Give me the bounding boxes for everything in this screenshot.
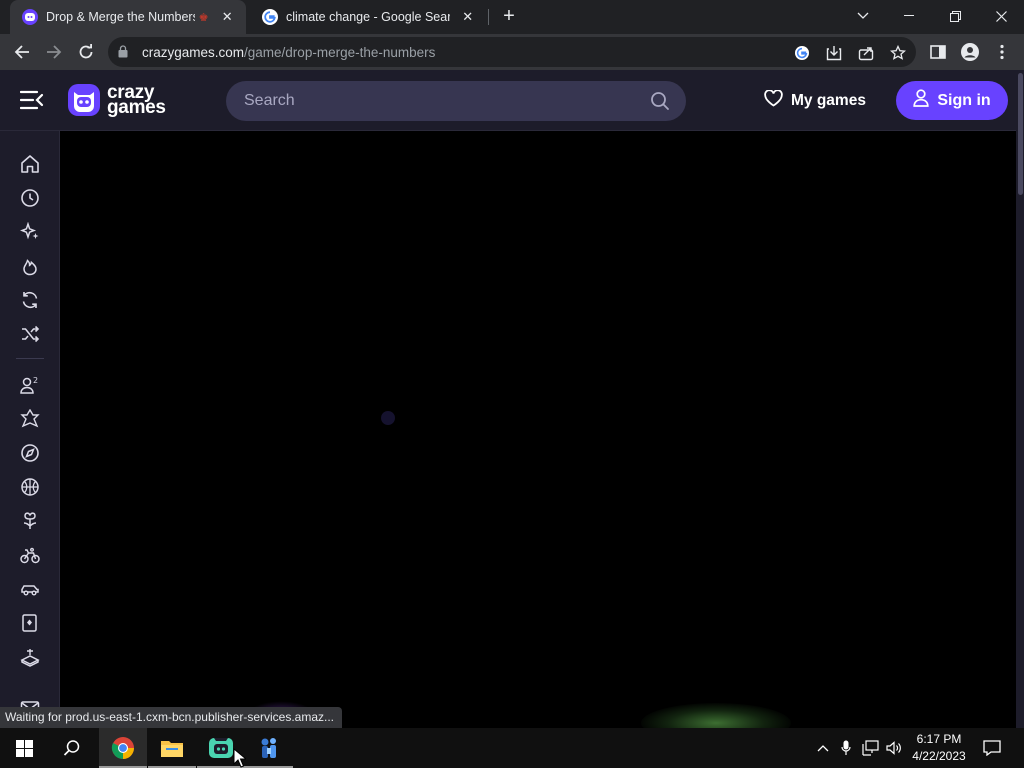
microphone-icon[interactable] — [837, 728, 855, 768]
tab-close-icon[interactable]: ✕ — [219, 8, 237, 26]
tab-climate-change[interactable]: climate change - Google Search ✕ — [250, 0, 486, 34]
crazygames-icon — [22, 9, 38, 25]
category-sidebar: 2 — [0, 131, 60, 728]
minimize-button[interactable] — [886, 0, 932, 32]
install-app-icon[interactable] — [824, 43, 844, 63]
system-clock[interactable]: 6:17 PM 4/22/2023 — [904, 731, 974, 765]
chrome-icon[interactable] — [99, 728, 147, 768]
search-icon[interactable] — [48, 728, 96, 768]
home-icon[interactable] — [19, 153, 41, 175]
url-text[interactable]: crazygames.com/game/drop-merge-the-numbe… — [142, 45, 435, 60]
sidebar-divider — [16, 358, 44, 359]
controller-icon[interactable] — [19, 646, 41, 668]
side-panel-icon[interactable] — [925, 39, 951, 65]
new-tab-button[interactable]: + — [498, 6, 520, 28]
recent-icon[interactable] — [19, 187, 41, 209]
tab-search-button[interactable] — [840, 0, 886, 32]
user-icon — [913, 89, 929, 112]
tab-drop-merge[interactable]: Drop & Merge the Numbers ♚ ✕ — [10, 0, 246, 34]
trending-icon[interactable] — [19, 255, 41, 277]
url-path: /game/drop-merge-the-numbers — [244, 45, 436, 60]
browser-tab-strip: Drop & Merge the Numbers ♚ ✕ climate cha… — [0, 0, 1024, 34]
tab-game-icon: ♚ — [198, 11, 209, 24]
crazygames-logo[interactable]: crazy games — [68, 83, 166, 118]
action-icon[interactable] — [19, 408, 41, 430]
screen: Drop & Merge the Numbers ♚ ✕ climate cha… — [0, 0, 1024, 768]
browser-toolbar: crazygames.com/game/drop-merge-the-numbe… — [0, 34, 1024, 70]
scrollbar-thumb[interactable] — [1018, 73, 1023, 195]
logo-mark-icon — [68, 84, 100, 116]
adventure-icon[interactable] — [19, 442, 41, 464]
random-icon[interactable] — [19, 323, 41, 345]
casual-icon[interactable] — [19, 510, 41, 532]
network-app-icon[interactable] — [245, 728, 293, 768]
forward-button[interactable] — [41, 39, 67, 65]
share-icon[interactable] — [856, 43, 876, 63]
file-explorer-icon[interactable] — [148, 728, 196, 768]
windows-start-icon[interactable] — [0, 728, 48, 768]
back-button[interactable] — [9, 39, 35, 65]
logo-line-2: games — [107, 97, 166, 118]
address-bar[interactable]: crazygames.com/game/drop-merge-the-numbe… — [108, 37, 916, 67]
bookmark-star-icon[interactable] — [888, 43, 908, 63]
my-games-button[interactable]: My games — [764, 89, 866, 112]
car-icon[interactable] — [19, 578, 41, 600]
basketball-icon[interactable] — [19, 476, 41, 498]
profile-icon[interactable] — [957, 39, 983, 65]
show-hidden-icons-icon[interactable] — [813, 728, 833, 768]
tab-title: Drop & Merge the Numbers — [46, 10, 195, 24]
browser-status-text: Waiting for prod.us-east-1.cxm-bcn.publi… — [0, 707, 343, 728]
google-lens-icon[interactable] — [792, 43, 812, 63]
restore-button[interactable] — [932, 0, 978, 32]
tab-close-icon[interactable]: ✕ — [460, 8, 476, 26]
clock-date: 4/22/2023 — [912, 749, 966, 763]
multiplayer-icon[interactable]: 2 — [19, 374, 41, 396]
close-window-button[interactable] — [978, 0, 1024, 32]
network-icon[interactable] — [860, 728, 882, 768]
notification-center-icon[interactable] — [978, 728, 1006, 768]
updated-icon[interactable] — [19, 289, 41, 311]
google-icon — [262, 9, 278, 25]
my-games-label: My games — [791, 92, 866, 109]
logo-wordmark: crazy games — [107, 83, 166, 118]
search-icon[interactable] — [650, 91, 670, 116]
chrome-menu-icon[interactable] — [989, 39, 1015, 65]
bike-icon[interactable] — [19, 544, 41, 566]
new-icon[interactable] — [19, 221, 41, 243]
reload-button[interactable] — [73, 39, 99, 65]
sign-in-label: Sign in — [937, 91, 991, 109]
tab-divider — [488, 9, 489, 25]
sign-in-button[interactable]: Sign in — [896, 81, 1008, 120]
svg-text:2: 2 — [33, 376, 38, 385]
game-frame[interactable] — [61, 131, 1016, 743]
loading-indicator — [381, 411, 395, 425]
search-input[interactable]: Search — [226, 81, 686, 121]
url-host: crazygames.com — [142, 45, 245, 60]
site-header: crazy games Search My games Sign in — [0, 70, 1016, 131]
heart-icon — [764, 89, 783, 112]
volume-icon[interactable] — [884, 728, 904, 768]
clock-time: 6:17 PM — [916, 732, 962, 746]
mouse-cursor-icon — [233, 747, 248, 768]
lock-icon[interactable] — [118, 45, 128, 63]
search-placeholder: Search — [244, 92, 295, 109]
menu-toggle-icon[interactable] — [19, 89, 44, 111]
windows-taskbar: 6:17 PM 4/22/2023 — [0, 728, 1024, 768]
tab-title: climate change - Google Search — [286, 10, 450, 24]
card-icon[interactable] — [19, 612, 41, 634]
